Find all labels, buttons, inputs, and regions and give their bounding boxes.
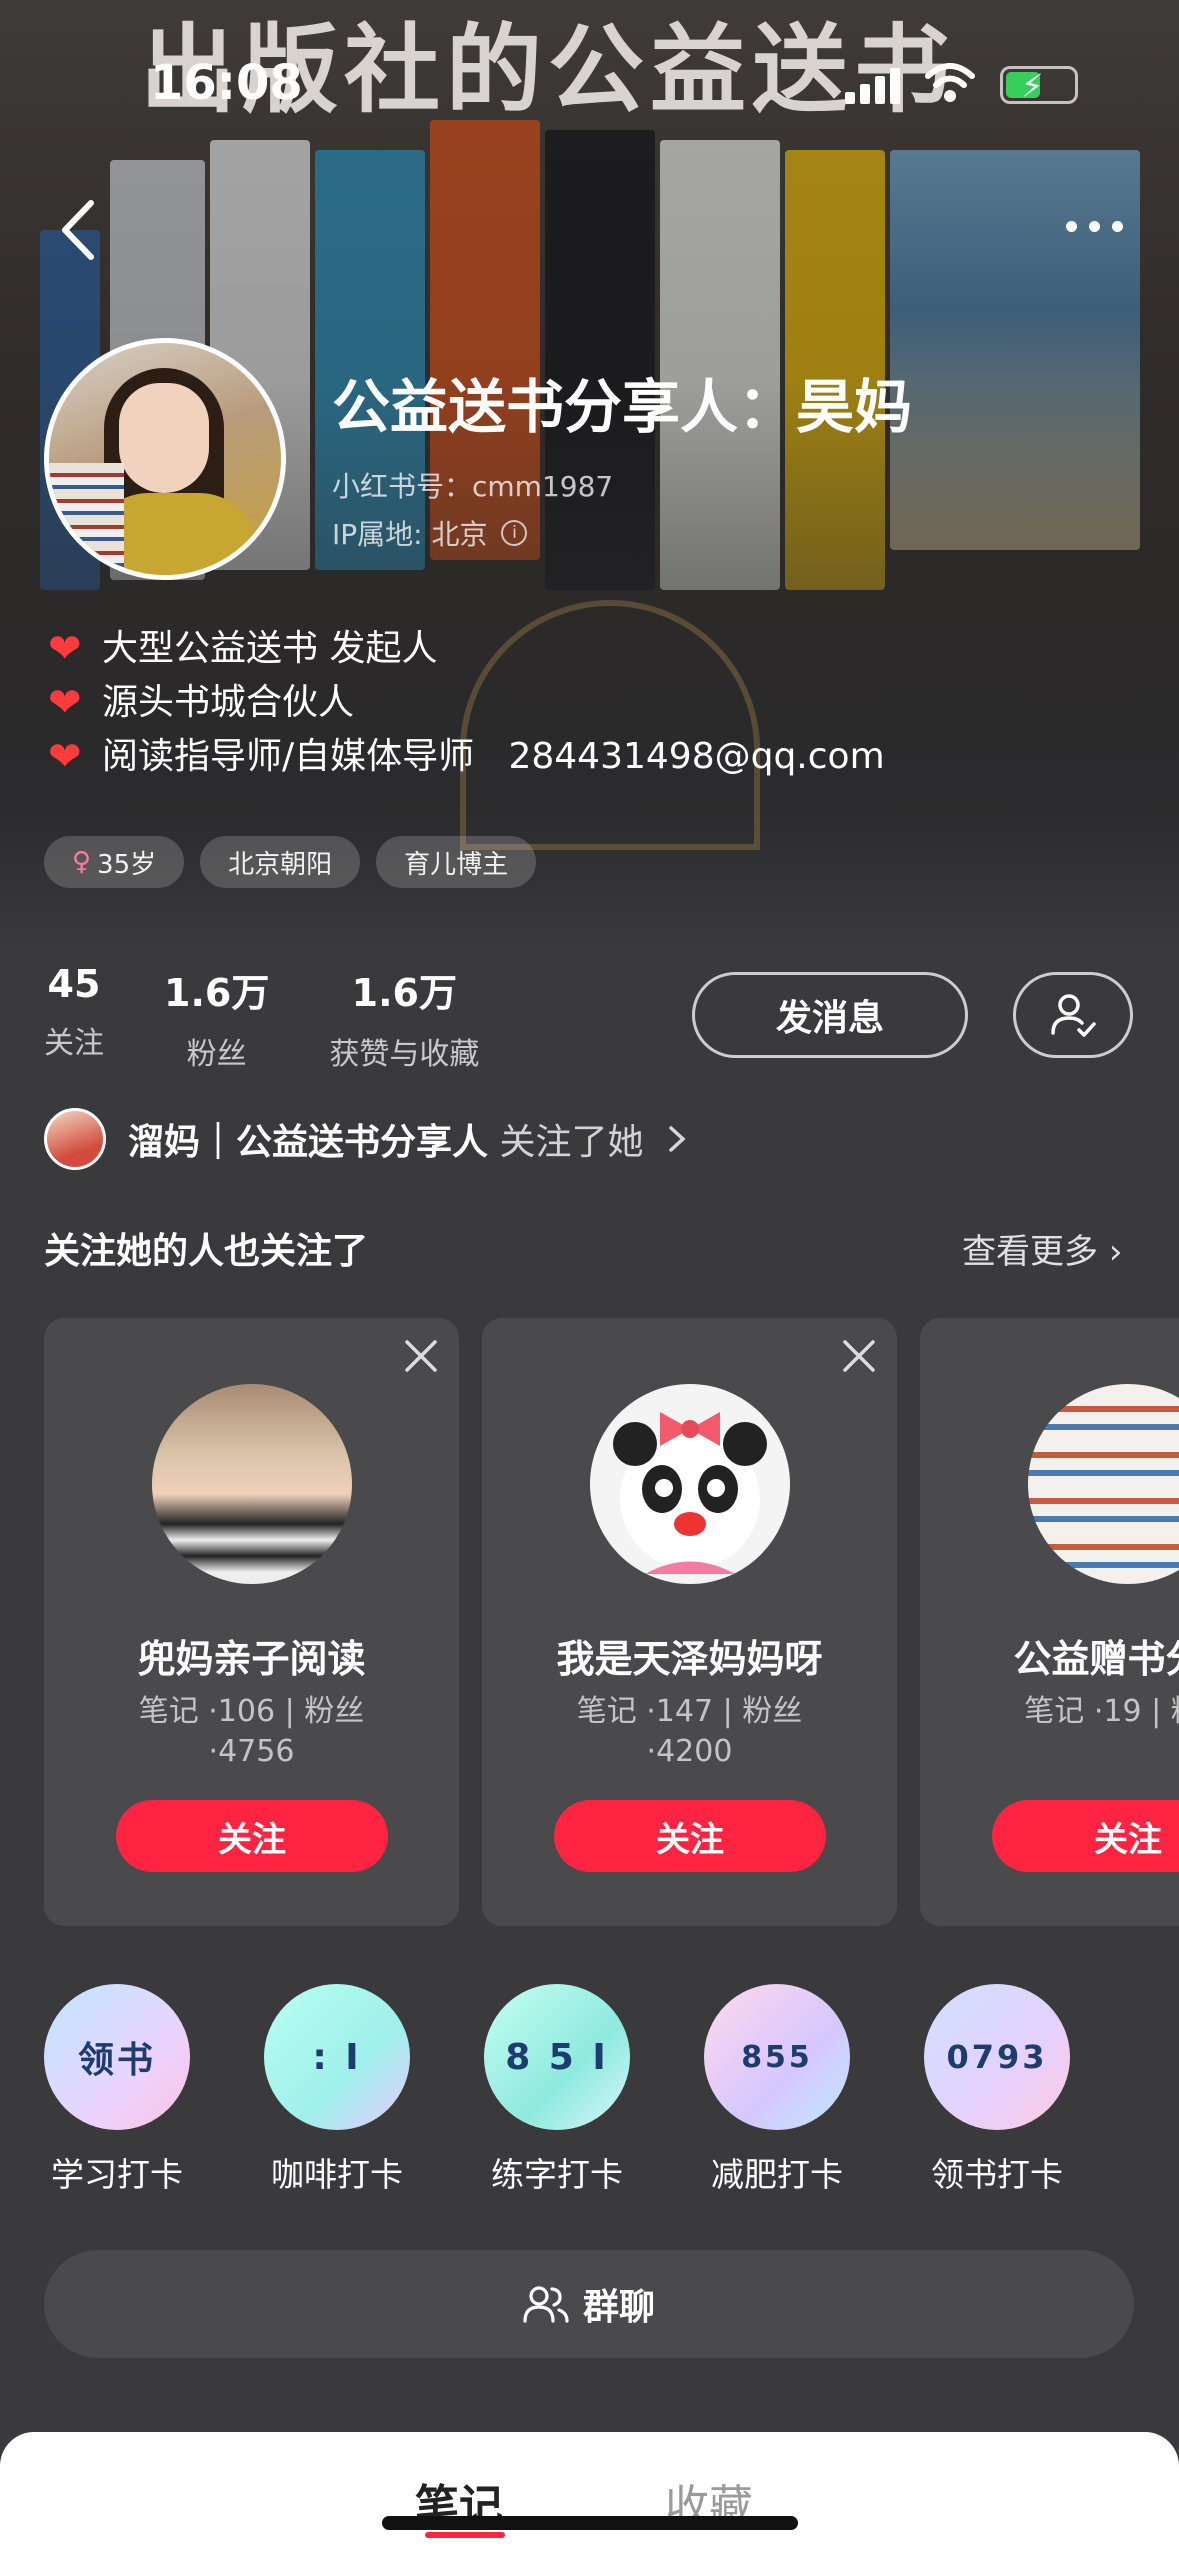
back-icon[interactable] bbox=[55, 195, 103, 265]
group-item[interactable]: 8 5 I 练字打卡 bbox=[484, 1984, 630, 2196]
group-icon: : I bbox=[264, 1984, 410, 2130]
group-badge-text: 领书 bbox=[77, 2040, 156, 2081]
bio-line: ❤ 大型公益送书 发起人 bbox=[48, 622, 885, 676]
home-indicator bbox=[382, 2516, 798, 2530]
group-icon: 0793 bbox=[924, 1984, 1070, 2130]
recommend-card[interactable]: 兜妈亲子阅读 笔记 ·106 | 粉丝 ·4756 关注 bbox=[44, 1318, 459, 1926]
bio-line: ❤ 阅读指导师/自媒体导师 284431498@qq.com bbox=[48, 730, 885, 784]
stat-label: 获赞与收藏 bbox=[329, 1037, 480, 1072]
stat-value: 1.6万 bbox=[351, 971, 457, 1015]
group-item[interactable]: 领书 学习打卡 bbox=[44, 1984, 190, 2196]
group-badge-text: : I bbox=[312, 2036, 362, 2078]
follow-button[interactable]: 关注 bbox=[992, 1800, 1179, 1872]
mutual-follow-text: 关注了她 bbox=[499, 1122, 644, 1163]
female-icon: ♀ bbox=[72, 847, 92, 877]
group-label: 学习打卡 bbox=[51, 2155, 183, 2194]
tag-category: 育儿博主 bbox=[376, 836, 537, 888]
group-label: 练字打卡 bbox=[491, 2155, 623, 2194]
group-chat-label: 群聊 bbox=[582, 2287, 655, 2328]
wifi-icon bbox=[925, 63, 975, 102]
close-icon[interactable] bbox=[401, 1336, 441, 1376]
panda-avatar-icon bbox=[613, 1412, 767, 1574]
group-item[interactable]: : I 咖啡打卡 bbox=[264, 1984, 410, 2196]
follow-button[interactable]: 关注 bbox=[116, 1800, 388, 1872]
card-user-meta: 笔记 ·147 | 粉丝 ·4200 bbox=[576, 1694, 803, 1769]
group-list: 领书 学习打卡 : I 咖啡打卡 8 5 I 练字打卡 855 减肥打卡 079… bbox=[44, 1984, 1070, 2196]
bio-text: 源头书城合伙人 bbox=[102, 682, 355, 723]
group-icon: 领书 bbox=[44, 1984, 190, 2130]
group-chat-icon bbox=[523, 2286, 569, 2323]
stat-label: 关注 bbox=[44, 1026, 104, 1061]
card-user-name: 兜妈亲子阅读 bbox=[137, 1637, 366, 1681]
battery-icon: ⚡ bbox=[1000, 66, 1078, 105]
group-chat-button[interactable]: 群聊 bbox=[44, 2250, 1134, 2358]
bio-line: ❤ 源头书城合伙人 bbox=[48, 676, 885, 730]
ip-location-text: IP属地: 北京 bbox=[332, 518, 488, 551]
group-badge-text: 8 5 I bbox=[505, 2036, 609, 2078]
chevron-right-icon: › bbox=[1108, 1232, 1123, 1272]
rednote-id[interactable]: 小红书号：cmm1987 bbox=[332, 465, 613, 505]
tag-text: 北京朝阳 bbox=[228, 849, 333, 880]
more-icon[interactable] bbox=[1060, 215, 1130, 239]
bio-text: 阅读指导师/自媒体导师 284431498@qq.com bbox=[102, 736, 885, 777]
mutual-follow-row[interactable]: 溜妈｜公益送书分享人 关注了她 bbox=[44, 1108, 689, 1170]
profile-stats: 45 关注 1.6万 粉丝 1.6万 获赞与收藏 bbox=[44, 962, 539, 1073]
profile-tags: ♀ 35岁 北京朝阳 育儿博主 bbox=[44, 836, 537, 888]
cellular-signal-icon bbox=[845, 68, 905, 104]
stat-label: 粉丝 bbox=[186, 1037, 247, 1072]
status-time: 16:08 bbox=[150, 55, 303, 111]
chevron-right-icon bbox=[669, 1126, 687, 1152]
stat-value: 1.6万 bbox=[164, 971, 270, 1015]
avatar[interactable] bbox=[152, 1384, 352, 1584]
active-tab-indicator bbox=[425, 2532, 505, 2538]
tag-text: 育儿博主 bbox=[404, 849, 509, 880]
tag-age: ♀ 35岁 bbox=[44, 836, 185, 888]
recommend-card[interactable]: 公益赠书分享 笔记 ·19 | 粉丝 关注 bbox=[920, 1318, 1179, 1926]
profile-name: 公益送书分享人：昊妈 bbox=[332, 373, 913, 441]
group-icon: 8 5 I bbox=[484, 1984, 630, 2130]
stat-following[interactable]: 45 关注 bbox=[44, 962, 104, 1073]
heart-icon: ❤ bbox=[48, 626, 82, 672]
heart-icon: ❤ bbox=[48, 680, 82, 726]
card-user-meta: 笔记 ·19 | 粉丝 bbox=[1024, 1694, 1179, 1729]
status-bar: 16:08 ⚡ bbox=[0, 0, 1179, 150]
card-user-name: 我是天泽妈妈呀 bbox=[556, 1637, 823, 1681]
mutual-user-name: 溜妈｜公益送书分享人 bbox=[128, 1122, 489, 1163]
recommend-card[interactable]: 我是天泽妈妈呀 笔记 ·147 | 粉丝 ·4200 关注 bbox=[482, 1318, 897, 1926]
ip-location: IP属地: 北京 i bbox=[332, 513, 528, 553]
card-user-name: 公益赠书分享 bbox=[1013, 1637, 1179, 1681]
group-label: 领书打卡 bbox=[931, 2155, 1063, 2194]
stat-likes-collects[interactable]: 1.6万 获赞与收藏 bbox=[329, 962, 479, 1073]
see-more-link[interactable]: 查看更多 › bbox=[962, 1224, 1122, 1273]
avatar bbox=[44, 1108, 106, 1170]
bio-text: 大型公益送书 发起人 bbox=[102, 628, 438, 669]
group-icon: 855 bbox=[704, 1984, 850, 2130]
group-badge-text: 0793 bbox=[946, 2038, 1048, 2076]
group-item[interactable]: 855 减肥打卡 bbox=[704, 1984, 850, 2196]
group-item[interactable]: 0793 领书打卡 bbox=[924, 1984, 1070, 2196]
profile-bio: ❤ 大型公益送书 发起人 ❤ 源头书城合伙人 ❤ 阅读指导师/自媒体导师 284… bbox=[48, 622, 885, 784]
recommend-cards[interactable]: 兜妈亲子阅读 笔记 ·106 | 粉丝 ·4756 关注 我是天泽妈妈呀 笔记 … bbox=[44, 1318, 1179, 1926]
recommend-title: 关注她的人也关注了 bbox=[44, 1231, 369, 1272]
follow-button[interactable]: 关注 bbox=[554, 1800, 826, 1872]
stat-followers[interactable]: 1.6万 粉丝 bbox=[164, 962, 269, 1073]
send-message-button[interactable]: 发消息 bbox=[692, 972, 968, 1058]
group-badge-text: 855 bbox=[741, 2039, 813, 2075]
heart-icon: ❤ bbox=[48, 734, 82, 780]
close-icon[interactable] bbox=[839, 1336, 879, 1376]
profile-avatar[interactable] bbox=[44, 338, 286, 580]
following-status-button[interactable] bbox=[1013, 972, 1133, 1058]
tag-location: 北京朝阳 bbox=[200, 836, 361, 888]
group-label: 咖啡打卡 bbox=[271, 2155, 403, 2194]
stat-value: 45 bbox=[47, 962, 101, 1006]
user-check-icon bbox=[1051, 994, 1096, 1037]
avatar[interactable] bbox=[590, 1384, 790, 1584]
group-label: 减肥打卡 bbox=[711, 2155, 843, 2194]
content-tabs: 笔记 收藏 bbox=[0, 2432, 1179, 2556]
tag-text: 35岁 bbox=[97, 849, 157, 880]
see-more-text: 查看更多 bbox=[962, 1232, 1098, 1272]
avatar[interactable] bbox=[1028, 1384, 1179, 1584]
info-icon[interactable]: i bbox=[501, 520, 528, 546]
card-user-meta: 笔记 ·106 | 粉丝 ·4756 bbox=[138, 1694, 365, 1769]
